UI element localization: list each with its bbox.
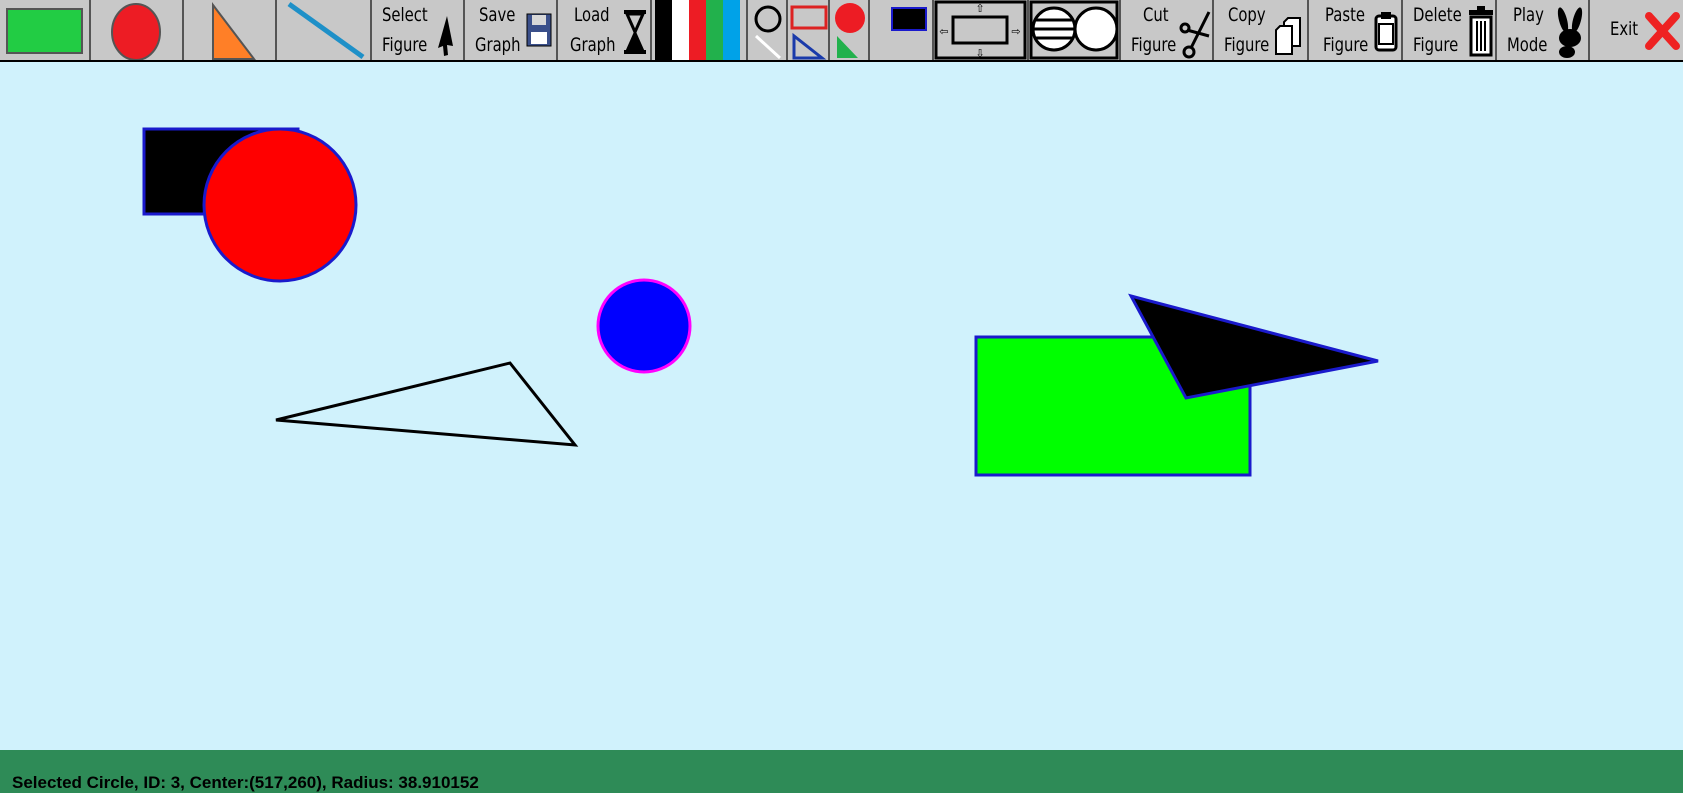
svg-text:⇧: ⇧	[975, 2, 984, 15]
resize-arrows-icon: ⇧ ⇩ ⇦ ⇨	[934, 0, 1027, 60]
copy-figure-button[interactable]: Copy Figure	[1214, 0, 1309, 60]
fill-style-button[interactable]	[830, 0, 870, 60]
border-style-button[interactable]	[788, 0, 830, 60]
red-circle-shape[interactable]	[202, 127, 358, 283]
close-x-icon	[1645, 12, 1680, 50]
save-graph-button[interactable]: Save Graph	[465, 0, 558, 60]
play-mode-button[interactable]: Play Mode	[1497, 0, 1590, 60]
select-figure-button[interactable]: Select Figure	[372, 0, 465, 60]
svg-text:⇨: ⇨	[1011, 25, 1020, 38]
rabbit-icon	[1557, 7, 1583, 58]
cut-figure-button[interactable]: Cut Figure	[1121, 0, 1214, 60]
clipboard-icon	[1374, 12, 1398, 52]
circle-tool-button[interactable]	[91, 0, 184, 60]
color-palette	[652, 0, 748, 60]
outline-triangle-shape[interactable]	[275, 361, 579, 447]
pattern-tool-button[interactable]	[1029, 0, 1121, 60]
palette-swatches	[655, 0, 740, 60]
triangle-tool-button[interactable]	[184, 0, 277, 60]
hourglass-icon	[624, 10, 646, 54]
scissors-icon	[1179, 11, 1211, 59]
status-text: Selected Circle, ID: 3, Center:(517,260)…	[12, 773, 479, 792]
exit-button[interactable]: Exit	[1590, 0, 1683, 60]
canvas-svg	[142, 127, 1379, 477]
color-swatch-green[interactable]	[706, 0, 723, 60]
line-tool-button[interactable]	[277, 0, 372, 60]
paste-figure-button[interactable]: Paste Figure	[1309, 0, 1403, 60]
outline-style-button[interactable]	[748, 0, 788, 60]
outline-rect-triangle-icon	[790, 5, 828, 60]
svg-text:⇩: ⇩	[975, 47, 984, 60]
line-icon	[287, 1, 365, 60]
toolbar: Select Figure Save Graph Load Graph ⇧ ⇩ …	[0, 0, 1683, 62]
status-bar: Selected Circle, ID: 3, Center:(517,260)…	[0, 750, 1683, 793]
filled-rectangle-icon	[891, 7, 927, 31]
resize-tool-button[interactable]: ⇧ ⇩ ⇦ ⇨	[934, 0, 1029, 60]
outline-circle-icon	[754, 5, 782, 60]
cursor-arrow-icon	[438, 16, 453, 56]
color-swatch-blue[interactable]	[723, 0, 740, 60]
rectangle-tool-button[interactable]	[0, 0, 91, 60]
copy-pages-icon	[1275, 17, 1301, 55]
color-swatch-red[interactable]	[689, 0, 706, 60]
rectangle-icon	[6, 8, 83, 54]
circle-icon	[111, 3, 161, 60]
delete-figure-button[interactable]: Delete Figure	[1403, 0, 1497, 60]
trash-can-icon	[1469, 6, 1493, 57]
filled-rect-style-button[interactable]	[870, 0, 934, 60]
blue-circle-shape[interactable]	[596, 278, 692, 374]
color-swatch-black[interactable]	[655, 0, 672, 60]
filled-circle-triangle-icon	[835, 3, 865, 58]
svg-text:⇦: ⇦	[939, 25, 948, 38]
pattern-circles-icon	[1029, 0, 1119, 60]
color-swatch-white[interactable]	[672, 0, 689, 60]
floppy-disk-icon	[526, 13, 552, 47]
load-graph-button[interactable]: Load Graph	[558, 0, 652, 60]
triangle-icon	[212, 2, 257, 60]
drawing-canvas[interactable]	[0, 62, 1683, 750]
